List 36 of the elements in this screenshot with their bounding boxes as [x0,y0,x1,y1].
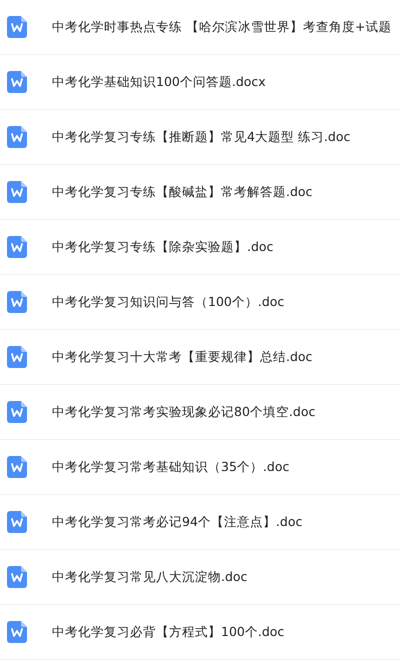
word-document-icon [7,346,27,368]
word-document-icon [7,401,27,423]
file-item[interactable]: 中考化学复习常考必记94个【注意点】.doc [0,495,401,550]
file-item[interactable]: 中考化学复习专练【除杂实验题】.doc [0,220,401,275]
word-document-icon [7,511,27,533]
file-item[interactable]: 中考化学复习专练【酸碱盐】常考解答题.doc [0,165,401,220]
file-name: 中考化学复习常考基础知识（35个）.doc [52,458,290,476]
word-document-icon [7,621,27,643]
file-item[interactable]: 中考化学时事热点专练 【哈尔滨冰雪世界】考查角度+试题 [0,0,401,55]
file-item[interactable]: 中考化学复习常考基础知识（35个）.doc [0,440,401,495]
word-document-icon [7,236,27,258]
file-item[interactable]: 中考化学复习知识问与答（100个）.doc [0,275,401,330]
file-item[interactable]: 中考化学复习必背【方程式】100个.doc [0,605,401,660]
word-document-icon [7,291,27,313]
word-document-icon [7,566,27,588]
file-name: 中考化学复习专练【推断题】常见4大题型 练习.doc [52,128,350,146]
file-name: 中考化学复习必背【方程式】100个.doc [52,624,284,640]
word-document-icon [7,456,27,478]
file-name: 中考化学复习常考实验现象必记80个填空.doc [52,404,316,420]
file-item[interactable]: 中考化学复习常考实验现象必记80个填空.doc [0,385,401,440]
file-name: 中考化学时事热点专练 【哈尔滨冰雪世界】考查角度+试题 [52,18,392,36]
file-item[interactable]: 中考化学复习十大常考【重要规律】总结.doc [0,330,401,385]
file-name: 中考化学复习常考必记94个【注意点】.doc [52,514,302,530]
file-name: 中考化学复习专练【酸碱盐】常考解答题.doc [52,184,312,200]
file-item[interactable]: 中考化学复习专练【推断题】常见4大题型 练习.doc [0,110,401,165]
word-document-icon [7,181,27,203]
file-name: 中考化学复习专练【除杂实验题】.doc [52,238,274,256]
file-name: 中考化学复习十大常考【重要规律】总结.doc [52,348,312,366]
file-item[interactable]: 中考化学基础知识100个问答题.docx [0,55,401,110]
file-item[interactable]: 中考化学复习常见八大沉淀物.doc [0,550,401,605]
file-name: 中考化学复习常见八大沉淀物.doc [52,568,248,586]
word-document-icon [7,71,27,93]
word-document-icon [7,16,27,38]
file-name: 中考化学基础知识100个问答题.docx [52,74,266,90]
word-document-icon [7,126,27,148]
file-name: 中考化学复习知识问与答（100个）.doc [52,294,284,310]
